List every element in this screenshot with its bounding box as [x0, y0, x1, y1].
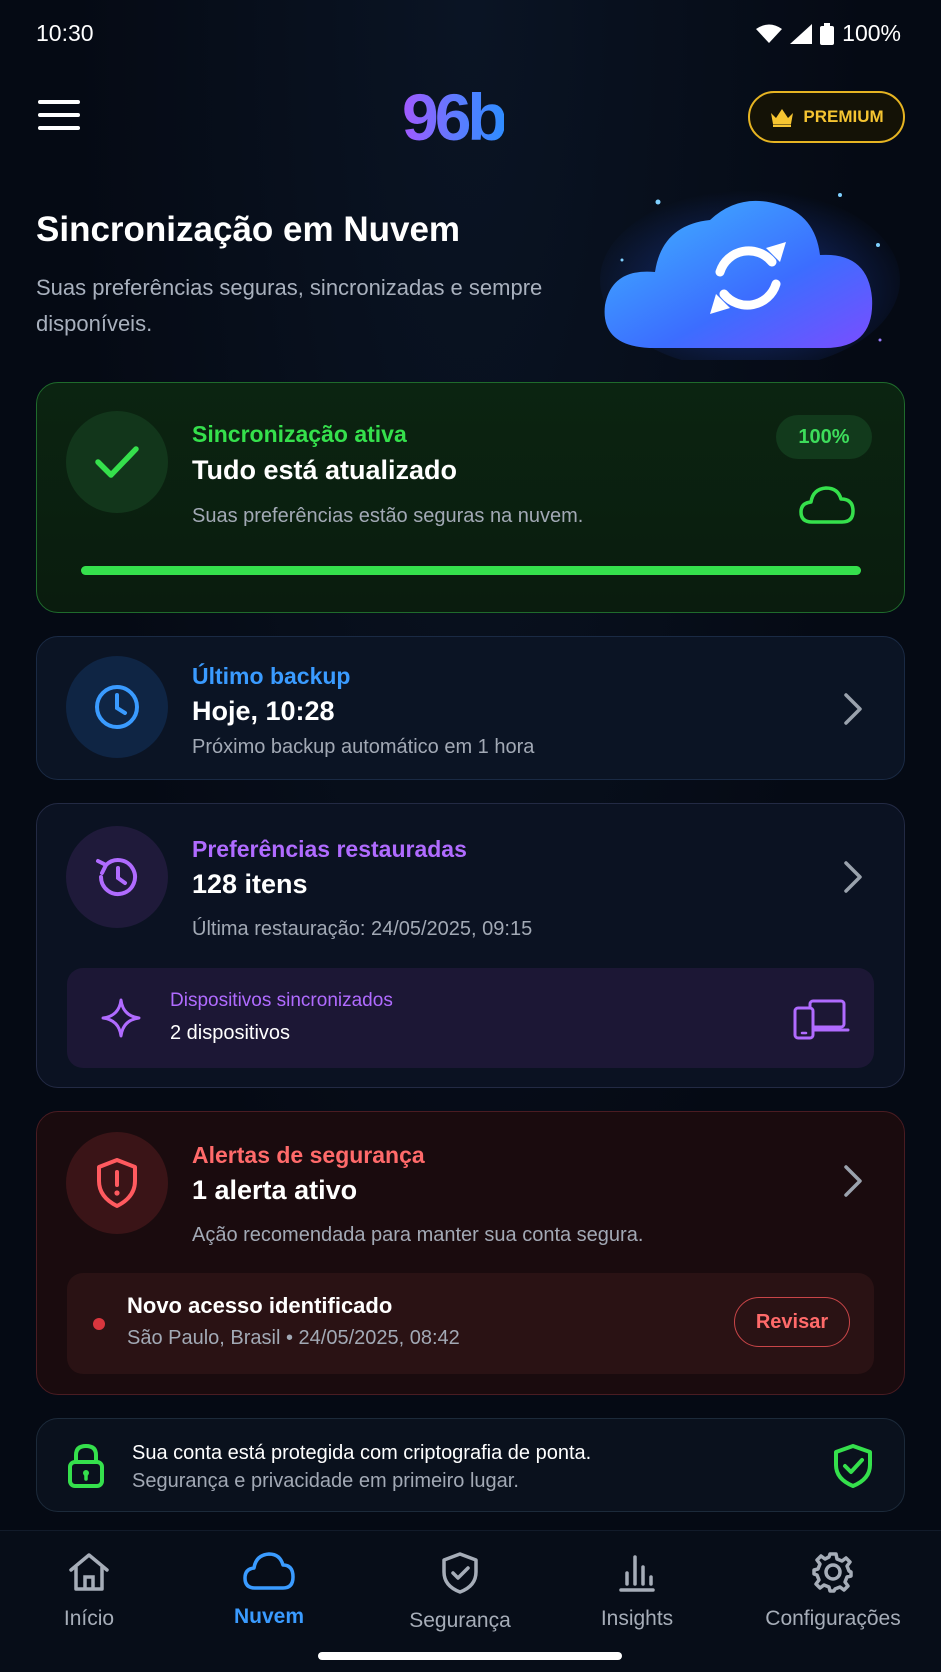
alerts-value: 1 alerta ativo: [192, 1175, 358, 1205]
cloud-outline-icon: [799, 486, 855, 524]
devices-icon: [793, 999, 850, 1040]
nav-label: Insights: [600, 1607, 674, 1630]
encryption-line1: Sua conta está protegida com criptografi…: [132, 1442, 592, 1464]
prefs-label: Preferências restauradas: [192, 836, 467, 862]
preferences-card[interactable]: Preferências restauradas 128 itens Últim…: [36, 803, 905, 1088]
devices-value: 2 dispositivos: [170, 1022, 291, 1044]
backup-description: Próximo backup automático em 1 hora: [192, 736, 535, 758]
prefs-description: Última restauração: 24/05/2025, 09:15: [192, 918, 533, 940]
nav-label: Nuvem: [233, 1605, 305, 1628]
nav-item-nuvem[interactable]: Nuvem: [219, 1551, 319, 1629]
nav-item-configuracoes[interactable]: Configurações: [758, 1551, 908, 1631]
crown-icon: [771, 109, 794, 127]
sync-status-card: Sincronização ativa Tudo está atualizado…: [36, 382, 905, 613]
shield-alert-icon: [97, 1158, 137, 1208]
clock-icon: [95, 685, 139, 729]
sync-value: Tudo está atualizado: [192, 455, 458, 485]
nav-label: Segurança: [409, 1609, 511, 1632]
menu-button[interactable]: [38, 100, 80, 134]
page-title: Sincronização em Nuvem: [36, 210, 461, 249]
status-bar: 10:30 100%: [0, 0, 941, 70]
chevron-right-icon[interactable]: [842, 860, 864, 894]
encryption-card: Sua conta está protegida com criptografi…: [36, 1418, 905, 1512]
checkmark-icon: [95, 446, 139, 478]
history-icon: [96, 858, 137, 897]
restore-circle: [66, 826, 168, 928]
cloud-sync-illustration: [600, 180, 900, 370]
chevron-right-icon[interactable]: [842, 1164, 864, 1198]
shield-check-icon: [834, 1444, 872, 1488]
sync-percent-badge: 100%: [776, 415, 872, 459]
nav-item-seguranca[interactable]: Segurança: [400, 1551, 520, 1633]
synced-devices-panel[interactable]: Dispositivos sincronizados 2 dispositivo…: [67, 968, 874, 1068]
battery-level: 100%: [842, 20, 901, 46]
app-header: 96b PREMIUM: [0, 82, 941, 152]
clock-circle: [66, 656, 168, 758]
status-icons: 100%: [756, 20, 901, 47]
shield-check-icon: [442, 1552, 478, 1594]
sync-label: Sincronização ativa: [192, 421, 407, 447]
premium-button[interactable]: PREMIUM: [748, 91, 905, 143]
home-icon: [69, 1553, 109, 1591]
page-subtitle: Suas preferências seguras, sincronizadas…: [36, 275, 543, 336]
backup-card[interactable]: Último backup Hoje, 10:28 Próximo backup…: [36, 636, 905, 780]
nav-label: Início: [63, 1607, 115, 1630]
encryption-line2: Segurança e privacidade em primeiro luga…: [132, 1470, 519, 1492]
access-title: Novo acesso identificado: [127, 1293, 393, 1318]
backup-label: Último backup: [192, 663, 351, 689]
alert-circle: [66, 1132, 168, 1234]
chevron-right-icon[interactable]: [842, 692, 864, 726]
access-detail: São Paulo, Brasil • 24/05/2025, 08:42: [127, 1327, 460, 1349]
nav-item-inicio[interactable]: Início: [44, 1551, 134, 1631]
new-access-panel: Novo acesso identificado São Paulo, Bras…: [67, 1273, 874, 1374]
sync-progress-fill: [81, 566, 861, 575]
sparkle-icon: [101, 998, 141, 1038]
lock-icon: [68, 1443, 104, 1488]
status-time: 10:30: [36, 20, 94, 46]
bottom-navigation: Início Nuvem Segurança Insights Configur…: [0, 1530, 941, 1672]
review-button[interactable]: Revisar: [734, 1297, 850, 1347]
nav-label: Configurações: [765, 1607, 901, 1630]
gear-icon: [812, 1552, 853, 1593]
devices-label: Dispositivos sincronizados: [170, 990, 393, 1011]
battery-icon: [820, 22, 835, 45]
backup-value: Hoje, 10:28: [192, 696, 335, 726]
nav-item-insights[interactable]: Insights: [587, 1551, 687, 1631]
home-indicator[interactable]: [318, 1652, 622, 1660]
prefs-value: 128 itens: [192, 869, 308, 899]
alerts-label: Alertas de segurança: [192, 1142, 425, 1168]
menu-icon: [38, 100, 80, 104]
cloud-icon: [243, 1552, 295, 1590]
sync-progress-bar: [81, 566, 861, 575]
sync-description: Suas preferências estão seguras na nuvem…: [192, 505, 584, 527]
premium-label: PREMIUM: [803, 107, 884, 126]
alert-dot: [93, 1318, 105, 1330]
check-circle: [66, 411, 168, 513]
alerts-description: Ação recomendada para manter sua conta s…: [192, 1224, 644, 1246]
app-logo: 96b: [402, 80, 508, 154]
security-alerts-card[interactable]: Alertas de segurança 1 alerta ativo Ação…: [36, 1111, 905, 1395]
wifi-icon: [756, 24, 783, 43]
bar-chart-icon: [619, 1555, 655, 1592]
signal-icon: [790, 23, 813, 44]
